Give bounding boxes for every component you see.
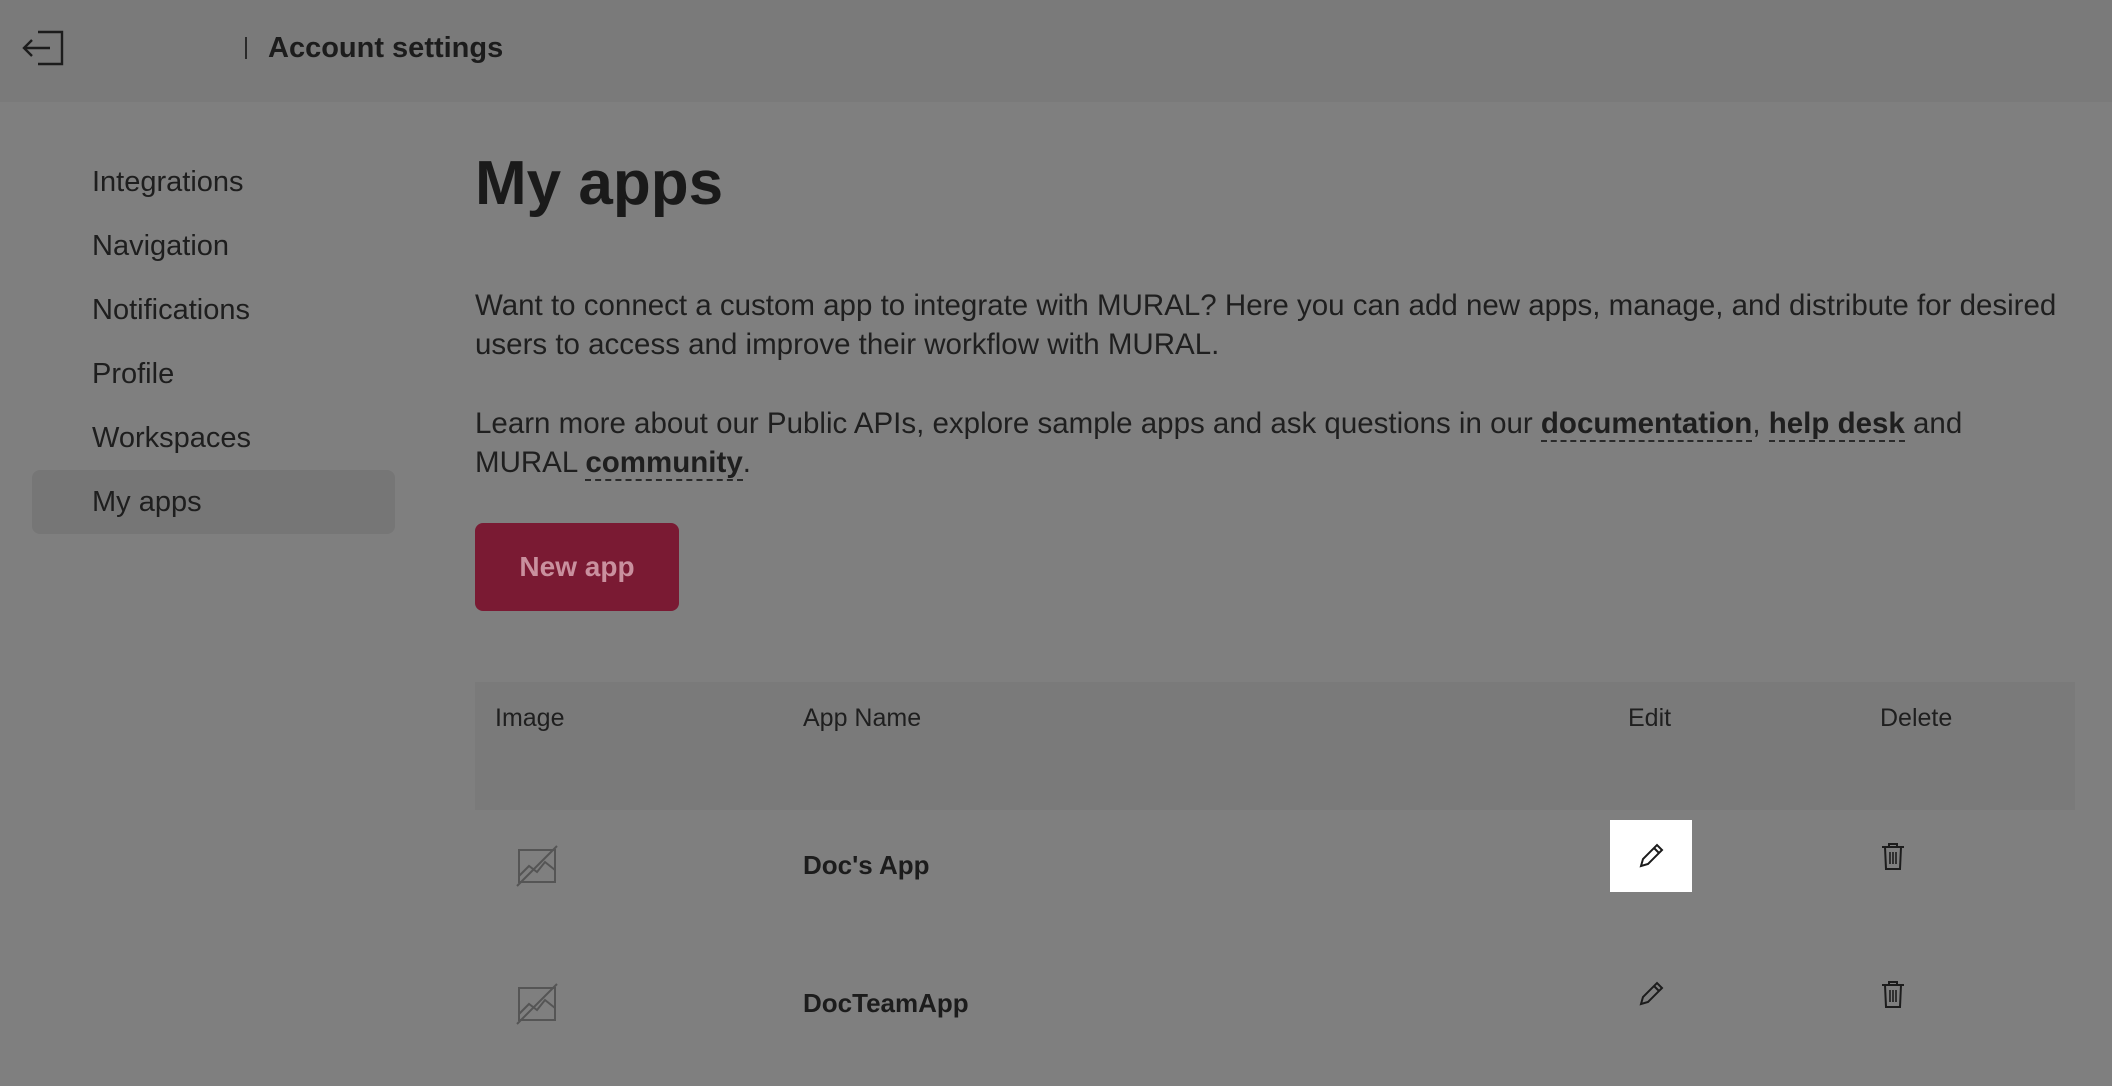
pencil-icon [1639, 981, 1664, 1006]
sidebar-item-navigation[interactable]: Navigation [32, 214, 395, 278]
edit-button[interactable] [1610, 958, 1692, 1030]
comma-separator: , [1752, 407, 1769, 440]
new-app-button[interactable]: New app [475, 523, 679, 611]
table-row: DocTeamApp [475, 948, 2075, 1086]
top-bar: Account settings [0, 0, 2112, 102]
column-header-image: Image [495, 704, 565, 732]
exit-arrow-icon [22, 30, 64, 66]
apps-table: Image App Name Edit Delete Doc's App Doc… [475, 682, 2075, 1086]
learn-more-text: Learn more about our Public APIs, explor… [475, 404, 2065, 482]
sidebar-item-profile[interactable]: Profile [32, 342, 395, 406]
column-header-delete: Delete [1880, 704, 1953, 732]
header-divider [245, 37, 247, 59]
exit-button[interactable] [20, 28, 68, 70]
trash-icon [1882, 843, 1904, 870]
table-row: Doc's App [475, 810, 2075, 948]
delete-button[interactable] [1873, 966, 1913, 1022]
image-placeholder-icon [516, 845, 558, 887]
table-header: Image App Name Edit Delete [475, 682, 2075, 810]
help-desk-link[interactable]: help desk [1768, 407, 1905, 442]
trash-icon [1882, 981, 1904, 1008]
app-image-cell [515, 844, 559, 888]
column-header-app-name: App Name [803, 704, 922, 732]
image-placeholder-icon [516, 983, 558, 1025]
sidebar-item-my-apps[interactable]: My apps [32, 470, 395, 534]
column-header-edit: Edit [1628, 704, 1672, 732]
sidebar-item-integrations[interactable]: Integrations [32, 150, 395, 214]
settings-sidebar: Integrations Navigation Notifications Pr… [32, 150, 395, 534]
edit-button[interactable] [1610, 820, 1692, 892]
app-name: DocTeamApp [803, 988, 969, 1018]
delete-button[interactable] [1873, 828, 1913, 884]
sidebar-item-workspaces[interactable]: Workspaces [32, 406, 395, 470]
community-link[interactable]: community [585, 446, 743, 481]
header-title: Account settings [268, 32, 504, 64]
sidebar-item-notifications[interactable]: Notifications [32, 278, 395, 342]
pencil-icon [1639, 843, 1664, 868]
documentation-link[interactable]: documentation [1540, 407, 1753, 442]
app-image-cell [515, 982, 559, 1026]
page-title: My apps [475, 149, 724, 218]
learn-more-prefix: Learn more about our Public APIs, explor… [475, 407, 1541, 440]
intro-text: Want to connect a custom app to integrat… [475, 289, 2057, 361]
period: . [742, 446, 751, 479]
app-name: Doc's App [803, 850, 930, 880]
